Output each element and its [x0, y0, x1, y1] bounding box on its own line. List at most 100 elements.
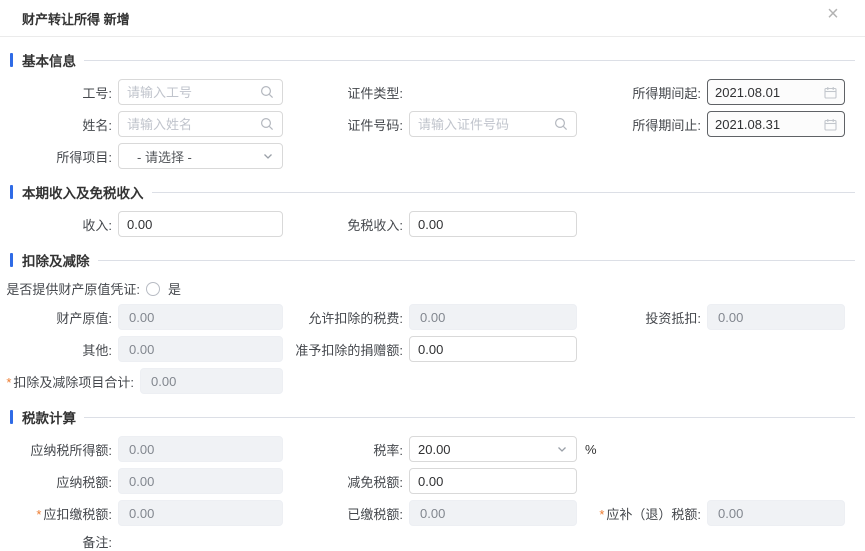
row-deduction-total: *扣除及减除项目合计: 0.00 [0, 368, 865, 394]
tax-due-refund-field: 0.00 [707, 500, 845, 526]
calendar-icon [824, 118, 837, 131]
paid-tax-label: 已缴税额: [283, 504, 409, 523]
close-icon[interactable]: × [821, 2, 845, 26]
original-value-field: 0.00 [118, 304, 283, 330]
required-asterisk: * [6, 375, 11, 390]
tax-due-refund-label-text: 应补（退）税额: [606, 507, 701, 522]
withholding-tax-text: 0.00 [129, 506, 154, 521]
row-remark: 备注: [0, 532, 865, 551]
tax-rate-value: 20.00 [418, 442, 451, 457]
tax-free-income-label: 免税收入: [283, 215, 409, 234]
deduction-total-label: *扣除及减除项目合计: [0, 372, 140, 391]
name-field [118, 111, 283, 137]
section-basic-info: 基本信息 [10, 50, 855, 70]
tax-reduction-field [409, 468, 577, 494]
voucher-yes-radio[interactable] [146, 282, 160, 296]
tax-rate-label: 税率: [283, 440, 409, 459]
section-current-income: 本期收入及免税收入 [10, 182, 855, 202]
section-divider [84, 60, 855, 61]
income-item-select[interactable]: - 请选择 - [118, 143, 283, 169]
employee-no-input[interactable] [127, 85, 260, 100]
other-label: 其他: [0, 340, 118, 359]
employee-no-label: 工号: [0, 83, 118, 102]
section-accent-bar [10, 185, 13, 199]
tax-free-income-input[interactable] [418, 217, 568, 232]
row-basic-1: 工号: 证件类型: 所得期间起: 2021.08.01 [0, 79, 865, 105]
income-item-label: 所得项目: [0, 147, 118, 166]
withholding-tax-label-text: 应扣缴税额: [43, 507, 112, 522]
section-title: 税款计算 [22, 407, 76, 427]
investment-offset-label: 投资抵扣: [577, 308, 707, 327]
name-input[interactable] [127, 117, 260, 132]
row-deduction-1: 财产原值: 0.00 允许扣除的税费: 0.00 投资抵扣: 0.00 [0, 304, 865, 330]
donation-label: 准予扣除的捐赠额: [283, 340, 409, 359]
row-income: 收入: 免税收入: [0, 211, 865, 237]
section-divider [152, 192, 856, 193]
employee-no-field [118, 79, 283, 105]
property-transfer-income-dialog: { "window": { "title": "财产转让所得 新增", "clo… [0, 0, 865, 526]
original-value-text: 0.00 [129, 310, 154, 325]
period-start-value: 2021.08.01 [715, 85, 780, 100]
deduction-total-field: 0.00 [140, 368, 283, 394]
taxable-income-text: 0.00 [129, 442, 154, 457]
period-end-field[interactable]: 2021.08.31 [707, 111, 845, 137]
dialog-header: 财产转让所得 新增 × [0, 0, 865, 37]
dialog-title: 财产转让所得 新增 [22, 9, 130, 28]
tax-reduction-label: 减免税额: [283, 472, 409, 491]
tax-reduction-input[interactable] [418, 474, 568, 489]
remark-label: 备注: [0, 532, 118, 551]
name-label: 姓名: [0, 115, 118, 134]
tax-rate-select[interactable]: 20.00 [409, 436, 577, 462]
income-field [118, 211, 283, 237]
deductible-taxes-field: 0.00 [409, 304, 577, 330]
other-text: 0.00 [129, 342, 154, 357]
withholding-tax-field: 0.00 [118, 500, 283, 526]
period-end-label: 所得期间止: [577, 115, 707, 134]
investment-offset-text: 0.00 [718, 310, 743, 325]
voucher-yes-label: 是 [168, 279, 181, 298]
section-divider [84, 417, 855, 418]
id-number-input[interactable] [418, 117, 554, 132]
search-icon[interactable] [260, 117, 274, 131]
row-tax-1: 应纳税所得额: 0.00 税率: 20.00 % [0, 436, 865, 462]
tax-rate-unit: % [585, 442, 597, 457]
deduction-total-text: 0.00 [151, 374, 176, 389]
section-accent-bar [10, 53, 13, 67]
chevron-down-icon [556, 443, 568, 455]
paid-tax-field: 0.00 [409, 500, 577, 526]
row-voucher: 是否提供财产原值凭证: 是 [0, 279, 865, 298]
row-tax-3: *应扣缴税额: 0.00 已缴税额: 0.00 *应补（退）税额: 0.00 [0, 500, 865, 526]
row-basic-3: 所得项目: - 请选择 - [0, 143, 865, 169]
search-icon[interactable] [554, 117, 568, 131]
id-number-label: 证件号码: [283, 115, 409, 134]
search-icon[interactable] [260, 85, 274, 99]
withholding-tax-label: *应扣缴税额: [0, 504, 118, 523]
period-end-value: 2021.08.31 [715, 117, 780, 132]
section-title: 本期收入及免税收入 [22, 182, 144, 202]
income-input[interactable] [127, 217, 274, 232]
row-deduction-2: 其他: 0.00 准予扣除的捐赠额: [0, 336, 865, 362]
tax-due-refund-label: *应补（退）税额: [577, 504, 707, 523]
id-type-label: 证件类型: [283, 83, 409, 102]
section-accent-bar [10, 410, 13, 424]
deductible-taxes-text: 0.00 [420, 310, 445, 325]
section-divider [98, 260, 856, 261]
tax-due-refund-text: 0.00 [718, 506, 743, 521]
paid-tax-text: 0.00 [420, 506, 445, 521]
section-title: 扣除及减除 [22, 250, 90, 270]
investment-offset-field: 0.00 [707, 304, 845, 330]
original-value-label: 财产原值: [0, 308, 118, 327]
required-asterisk: * [599, 507, 604, 522]
tax-payable-label: 应纳税额: [0, 472, 118, 491]
taxable-income-label: 应纳税所得额: [0, 440, 118, 459]
id-number-field [409, 111, 577, 137]
chevron-down-icon [262, 150, 274, 162]
tax-payable-text: 0.00 [129, 474, 154, 489]
donation-input[interactable] [418, 342, 568, 357]
section-title: 基本信息 [22, 50, 76, 70]
period-start-field[interactable]: 2021.08.01 [707, 79, 845, 105]
row-tax-2: 应纳税额: 0.00 减免税额: [0, 468, 865, 494]
tax-free-income-field [409, 211, 577, 237]
tax-payable-field: 0.00 [118, 468, 283, 494]
calendar-icon [824, 86, 837, 99]
